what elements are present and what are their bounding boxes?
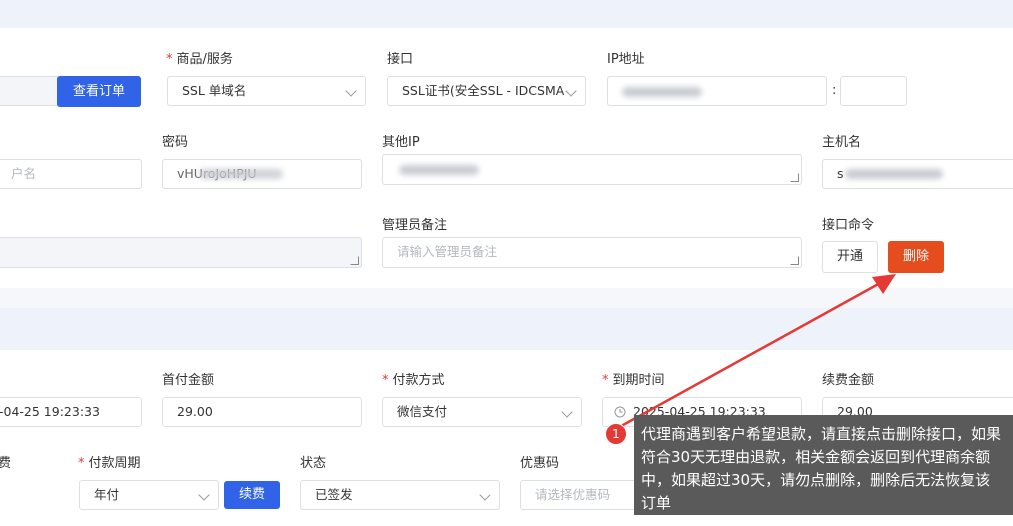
annotation-tooltip: 代理商遇到客户希望退款，请直接点击删除接口，如果符合30天无理由退款，相关金额会…	[634, 415, 1013, 515]
annotation-badge: 1	[605, 423, 627, 445]
annotation-text: 代理商遇到客户希望退款，请直接点击删除接口，如果符合30天无理由退款，相关金额会…	[641, 425, 1002, 512]
